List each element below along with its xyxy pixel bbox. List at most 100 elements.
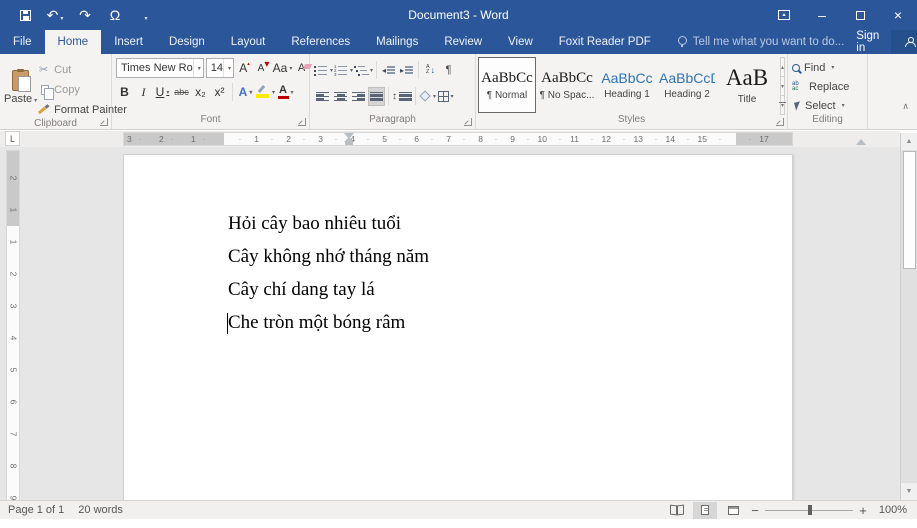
styles-more-button[interactable]: [780, 95, 785, 115]
shrink-font-arrow: ▾: [264, 59, 269, 70]
ribbon-tab[interactable]: File: [0, 30, 45, 54]
font-color-button[interactable]: A: [277, 83, 294, 102]
paragraph-dialog-launcher[interactable]: [464, 118, 472, 126]
text-highlight-button[interactable]: [256, 83, 275, 102]
ribbon-tab[interactable]: View: [495, 30, 546, 54]
ribbon-tab[interactable]: Layout: [218, 30, 279, 54]
replace-button[interactable]: Replace: [792, 78, 863, 95]
document-text-line[interactable]: Cây không nhớ tháng năm: [228, 246, 429, 279]
italic-button[interactable]: I: [135, 83, 152, 102]
tell-me-box[interactable]: Tell me what you want to do...: [678, 30, 845, 54]
clipboard-group: Paste ✂Cut Copy Format Painter Clipboard: [0, 54, 112, 129]
underline-button[interactable]: U: [154, 83, 171, 102]
font-size-combobox[interactable]: 14: [206, 58, 234, 78]
close-button[interactable]: ×: [879, 0, 917, 30]
customize-qat-button[interactable]: [132, 3, 158, 27]
strikethrough-button[interactable]: abc: [173, 83, 190, 102]
styles-scroll-down-button[interactable]: [780, 76, 785, 96]
undo-dropdown-arrow[interactable]: [58, 7, 63, 23]
vertical-ruler[interactable]: 21 123456789: [6, 150, 20, 500]
save-button[interactable]: [12, 3, 38, 27]
style-card[interactable]: AaBbCc ¶ Normal: [478, 57, 536, 113]
align-center-button[interactable]: [332, 87, 349, 106]
undo-button[interactable]: ↶: [42, 3, 68, 27]
find-button[interactable]: Find: [792, 59, 863, 76]
multilevel-list-button[interactable]: [354, 61, 373, 80]
zoom-level[interactable]: 100%: [873, 504, 907, 516]
shrink-font-button[interactable]: A▾: [255, 59, 272, 78]
styles-scroll-up-button[interactable]: [780, 57, 785, 77]
zoom-out-button[interactable]: −: [749, 503, 761, 518]
superscript-button[interactable]: x²: [211, 83, 228, 102]
sign-in-button[interactable]: Sign in: [844, 30, 891, 54]
ribbon-tab[interactable]: Home: [45, 30, 102, 54]
shading-button[interactable]: [419, 87, 436, 106]
select-button[interactable]: Select: [792, 97, 863, 114]
text-effects-button[interactable]: A: [237, 83, 254, 102]
title-bar: ↶ ↷ Ω Document3 - Word – ×: [0, 0, 917, 30]
ribbon-tab[interactable]: Design: [156, 30, 218, 54]
decrease-indent-button[interactable]: ◂: [380, 61, 397, 80]
document-text-line[interactable]: Che tròn một bóng râm: [228, 312, 429, 345]
font-dialog-launcher[interactable]: [298, 118, 306, 126]
clear-formatting-button[interactable]: A: [293, 59, 310, 78]
bold-button[interactable]: B: [116, 83, 133, 102]
ribbon-display-options-button[interactable]: [765, 0, 803, 30]
increase-indent-button[interactable]: ▸: [398, 61, 415, 80]
left-indent-marker[interactable]: [345, 142, 353, 145]
minimize-button[interactable]: –: [803, 0, 841, 30]
style-card[interactable]: AaBbCc ¶ No Spac...: [538, 57, 596, 113]
zoom-slider[interactable]: [765, 504, 853, 516]
style-card[interactable]: AaBbCcD Heading 2: [658, 57, 716, 113]
maximize-button[interactable]: [841, 0, 879, 30]
scroll-up-button[interactable]: ▲: [901, 133, 917, 150]
ribbon-tab[interactable]: Foxit Reader PDF: [546, 30, 664, 54]
insert-symbol-button[interactable]: Ω: [102, 3, 128, 27]
word-count-status[interactable]: 20 words: [78, 504, 123, 516]
font-family-combobox[interactable]: Times New Ro: [116, 58, 204, 78]
share-button[interactable]: Share: [891, 30, 917, 54]
zoom-slider-handle[interactable]: [808, 505, 812, 515]
scrollbar-thumb[interactable]: [903, 151, 916, 269]
clipboard-dialog-launcher[interactable]: [100, 118, 108, 126]
zoom-in-button[interactable]: +: [857, 503, 869, 518]
document-text-line[interactable]: Hỏi cây bao nhiêu tuổi: [228, 213, 429, 246]
ribbon-tab[interactable]: References: [278, 30, 363, 54]
numbering-button[interactable]: [334, 61, 353, 80]
font-size-dropdown-arrow[interactable]: [223, 59, 233, 77]
print-layout-button[interactable]: [693, 502, 717, 519]
ribbon-tab[interactable]: Insert: [101, 30, 156, 54]
web-layout-button[interactable]: [721, 502, 745, 519]
change-case-button[interactable]: Aa: [274, 59, 291, 78]
align-right-button[interactable]: [350, 87, 367, 106]
document-page[interactable]: Hỏi cây bao nhiêu tuổiCây không nhớ thán…: [123, 154, 793, 500]
ribbon-tab[interactable]: Review: [431, 30, 495, 54]
line-spacing-button[interactable]: ↕: [392, 87, 412, 106]
style-card[interactable]: AaBbCc Heading 1: [598, 57, 656, 113]
horizontal-ruler[interactable]: 321 123456789101112131415 17: [123, 132, 793, 146]
tab-stop-selector[interactable]: L: [5, 131, 20, 146]
borders-button[interactable]: [437, 87, 454, 106]
align-left-button[interactable]: [314, 87, 331, 106]
ruler-right-margin: 17: [736, 133, 792, 145]
read-mode-button[interactable]: [665, 502, 689, 519]
show-hide-marks-button[interactable]: ¶: [440, 61, 457, 80]
collapse-ribbon-button[interactable]: ∧: [902, 101, 909, 112]
ribbon-tab[interactable]: Mailings: [363, 30, 431, 54]
styles-dialog-launcher[interactable]: [776, 118, 784, 126]
paste-button[interactable]: Paste: [4, 57, 37, 118]
page-count-status[interactable]: Page 1 of 1: [8, 504, 64, 516]
right-indent-marker[interactable]: [856, 139, 866, 145]
grow-font-button[interactable]: A▴: [236, 59, 253, 78]
font-family-dropdown-arrow[interactable]: [193, 59, 203, 77]
bullets-button[interactable]: [314, 61, 333, 80]
vertical-scrollbar[interactable]: ▲ ▼: [900, 133, 917, 500]
subscript-button[interactable]: x₂: [192, 83, 209, 102]
style-card[interactable]: AaB Title: [718, 57, 776, 113]
document-text-line[interactable]: Cây chí dang tay lá: [228, 279, 429, 312]
redo-button[interactable]: ↷: [72, 3, 98, 27]
sort-button[interactable]: [422, 61, 439, 80]
ribbon-display-options-icon: [778, 10, 790, 20]
scroll-down-button[interactable]: ▼: [901, 483, 917, 500]
justify-button[interactable]: [368, 87, 385, 106]
